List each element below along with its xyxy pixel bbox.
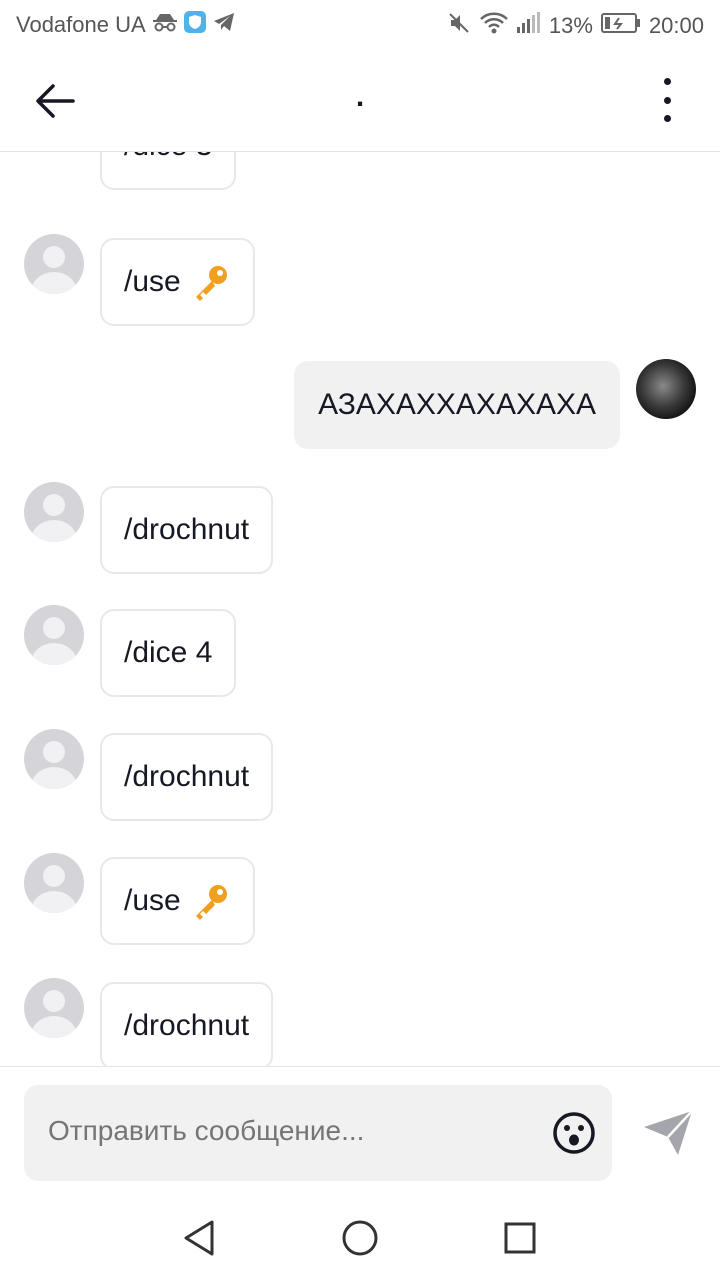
more-dot xyxy=(663,115,671,122)
message-bubble[interactable]: /use xyxy=(100,238,255,326)
message-bubble[interactable]: /dice 4 xyxy=(100,609,237,697)
avatar-head xyxy=(43,865,65,887)
chat-header: . xyxy=(0,50,720,152)
incognito-icon xyxy=(152,12,178,37)
message-text: /drochnut xyxy=(124,760,250,793)
square-recents-icon[interactable] xyxy=(500,1218,540,1258)
message-bubble[interactable]: /drochnut xyxy=(100,486,274,574)
avatar[interactable] xyxy=(24,853,84,913)
message-input-container[interactable] xyxy=(24,1085,612,1181)
avatar[interactable] xyxy=(24,482,84,542)
message-text: /drochnut xyxy=(124,1009,250,1042)
message-text: /drochnut xyxy=(124,513,250,546)
status-bar: Vodafone UA 13% 20:00 xyxy=(0,0,720,50)
more-vertical-icon xyxy=(663,78,671,85)
avatar-head xyxy=(43,246,65,268)
message-text: /dice 4 xyxy=(124,636,213,669)
status-right: 13% 20:00 xyxy=(447,11,704,41)
circle-home-icon[interactable] xyxy=(340,1218,380,1258)
message-bubble[interactable]: /dice 3 xyxy=(100,152,237,190)
avatar-head xyxy=(43,617,65,639)
key-emoji-icon xyxy=(195,266,227,301)
avatar-head xyxy=(43,494,65,516)
avatar[interactable] xyxy=(24,234,84,294)
more-dot xyxy=(663,96,671,104)
message-text: /use xyxy=(124,265,181,298)
battery-percent: 13% xyxy=(548,13,593,38)
avatar-head xyxy=(43,741,65,763)
avatar-body xyxy=(31,891,77,913)
wifi-icon xyxy=(479,11,509,41)
status-left: Vodafone UA xyxy=(16,11,236,38)
message-bubble[interactable]: АЗАХАХХАХАХАХА xyxy=(294,361,620,449)
message-bubble[interactable]: /drochnut xyxy=(100,733,274,821)
telegram-icon xyxy=(212,11,236,38)
key-emoji-icon xyxy=(195,885,227,920)
back-button[interactable] xyxy=(30,76,80,126)
system-nav-bar xyxy=(0,1196,720,1280)
composer-bar xyxy=(0,1066,720,1196)
message-text: /dice 3 xyxy=(124,152,212,163)
avatar[interactable] xyxy=(24,605,84,665)
message-input[interactable] xyxy=(48,1115,528,1147)
avatar-body xyxy=(31,272,77,294)
avatar[interactable] xyxy=(24,978,84,1038)
avatar[interactable] xyxy=(24,729,84,789)
message-bubble[interactable]: /use xyxy=(100,857,255,945)
carrier-name: Vodafone UA xyxy=(16,11,146,37)
message-text: АЗАХАХХАХАХАХА xyxy=(318,388,596,421)
message-bubble[interactable]: /drochnut xyxy=(100,982,274,1066)
battery-icon xyxy=(600,12,641,40)
avatar-body xyxy=(31,1016,77,1038)
avatar-head xyxy=(43,990,65,1012)
send-icon[interactable] xyxy=(640,1105,696,1161)
avatar-body xyxy=(31,643,77,665)
my-avatar[interactable] xyxy=(636,359,696,419)
avatar-body xyxy=(31,767,77,789)
chat-title: . xyxy=(355,80,365,113)
triangle-back-icon[interactable] xyxy=(180,1218,220,1258)
avatar-body xyxy=(31,520,77,542)
clock: 20:00 xyxy=(648,13,704,38)
message-text: /use xyxy=(124,884,181,917)
shield-app-icon xyxy=(183,11,206,38)
arrow-left-icon xyxy=(36,84,75,118)
more-options-button[interactable] xyxy=(652,78,682,122)
signal-icon xyxy=(516,12,541,40)
emoji-face-icon[interactable] xyxy=(552,1111,596,1155)
message-list[interactable]: /dice 3 /use АЗАХАХХАХАХАХА /drochnut /d… xyxy=(0,152,720,1066)
mute-icon xyxy=(447,11,471,41)
